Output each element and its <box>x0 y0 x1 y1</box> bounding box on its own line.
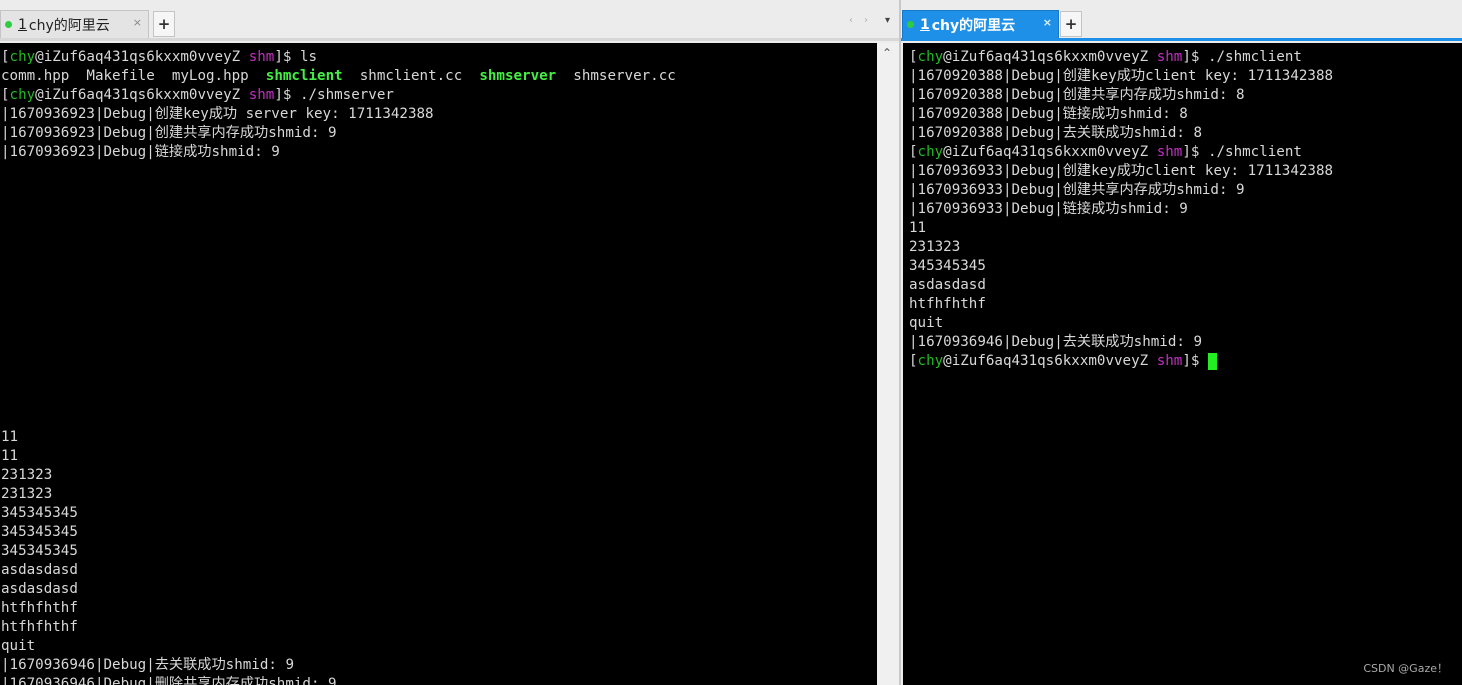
left-tab-bar: 1 chy的阿里云 × + ‹ › ▾ <box>0 0 899 41</box>
scroll-tabs-left-icon[interactable]: ‹ <box>849 15 853 26</box>
output-line: 231323 <box>1 486 53 502</box>
log-line: |1670936923|Debug|创建共享内存成功shmid: 9 <box>1 125 337 141</box>
log-line: |1670936933|Debug|链接成功shmid: 9 <box>909 201 1188 217</box>
tab-title: chy的阿里云 <box>931 17 1016 34</box>
log-line: |1670936946|Debug|去关联成功shmid: 9 <box>1 657 295 673</box>
input-line: htfhfhthf <box>909 296 986 312</box>
output-line: asdasdasd <box>1 581 78 597</box>
input-line: 231323 <box>909 239 961 255</box>
prompt-line: [chy@iZuf6aq431qs6kxxm0vveyZ shm]$ ./shm… <box>909 144 1302 160</box>
ls-output: comm.hpp Makefile myLog.hpp shmclient sh… <box>1 68 676 84</box>
log-line: |1670936946|Debug|去关联成功shmid: 9 <box>909 334 1203 350</box>
log-line: |1670936933|Debug|创建共享内存成功shmid: 9 <box>909 182 1245 198</box>
log-line: |1670920388|Debug|去关联成功shmid: 8 <box>909 125 1203 141</box>
close-tab-icon[interactable]: × <box>1043 16 1052 29</box>
output-line: 345345345 <box>1 524 78 540</box>
tab-list-dropdown-icon[interactable]: ▾ <box>885 15 890 26</box>
close-tab-icon[interactable]: × <box>133 16 142 29</box>
tab-session-left[interactable]: 1 chy的阿里云 × <box>0 10 149 38</box>
log-line: |1670920388|Debug|创建key成功client key: 171… <box>909 68 1334 84</box>
output-line: 11 <box>1 429 19 445</box>
new-tab-button[interactable]: + <box>1060 11 1082 37</box>
prompt-line: [chy@iZuf6aq431qs6kxxm0vveyZ shm]$ <box>909 352 1333 371</box>
output-line: 231323 <box>1 467 53 483</box>
output-line: 345345345 <box>1 543 78 559</box>
output-line: 11 <box>1 448 19 464</box>
output-line: asdasdasd <box>1 562 78 578</box>
log-line: |1670936946|Debug|删除共享内存成功shmid: 9 <box>1 676 337 685</box>
tab-number: 1 <box>18 16 27 33</box>
log-line: |1670920388|Debug|链接成功shmid: 8 <box>909 106 1188 122</box>
terminal-right[interactable]: [chy@iZuf6aq431qs6kxxm0vveyZ shm]$ ./shm… <box>903 43 1462 685</box>
watermark: CSDN @Gaze！ <box>1363 662 1448 675</box>
terminal-left[interactable]: [chy@iZuf6aq431qs6kxxm0vveyZ shm]$ ls co… <box>0 43 877 685</box>
output-line: htfhfhthf <box>1 619 78 635</box>
right-pane: 1 chy的阿里云 × + [chy@iZuf6aq431qs6kxxm0vve… <box>901 0 1462 685</box>
right-tab-bar: 1 chy的阿里云 × + <box>901 0 1462 41</box>
log-line: |1670920388|Debug|创建共享内存成功shmid: 8 <box>909 87 1245 103</box>
tab-underline <box>0 38 899 41</box>
connected-status-icon <box>5 21 12 28</box>
output-line: htfhfhthf <box>1 600 78 616</box>
prompt-line: [chy@iZuf6aq431qs6kxxm0vveyZ shm]$ ./shm… <box>1 87 394 103</box>
left-pane: 1 chy的阿里云 × + ‹ › ▾ [chy@iZuf6aq431qs6kx… <box>0 0 899 685</box>
tab-number: 1 <box>920 16 930 33</box>
input-line: asdasdasd <box>909 277 986 293</box>
input-line: quit <box>909 315 944 331</box>
tab-underline <box>901 38 1462 41</box>
tab-session-right[interactable]: 1 chy的阿里云 × <box>902 10 1059 38</box>
input-line: 11 <box>909 220 927 236</box>
prompt-line: [chy@iZuf6aq431qs6kxxm0vveyZ shm]$ ./shm… <box>909 49 1302 65</box>
scroll-up-arrow-icon[interactable]: ⌃ <box>882 46 892 60</box>
new-tab-button[interactable]: + <box>153 11 175 37</box>
connected-status-icon <box>907 21 914 28</box>
tab-title: chy的阿里云 <box>28 17 110 34</box>
output-line: quit <box>1 638 36 654</box>
vertical-scrollbar[interactable]: ⌃ <box>877 43 899 685</box>
scroll-tabs-right-icon[interactable]: › <box>864 15 868 26</box>
log-line: |1670936923|Debug|创建key成功 server key: 17… <box>1 106 434 122</box>
log-line: |1670936923|Debug|链接成功shmid: 9 <box>1 144 280 160</box>
input-line: 345345345 <box>909 258 986 274</box>
log-line: |1670936933|Debug|创建key成功client key: 171… <box>909 163 1334 179</box>
text-cursor <box>1207 352 1217 370</box>
prompt-line: [chy@iZuf6aq431qs6kxxm0vveyZ shm]$ ls <box>1 49 318 65</box>
output-line: 345345345 <box>1 505 78 521</box>
